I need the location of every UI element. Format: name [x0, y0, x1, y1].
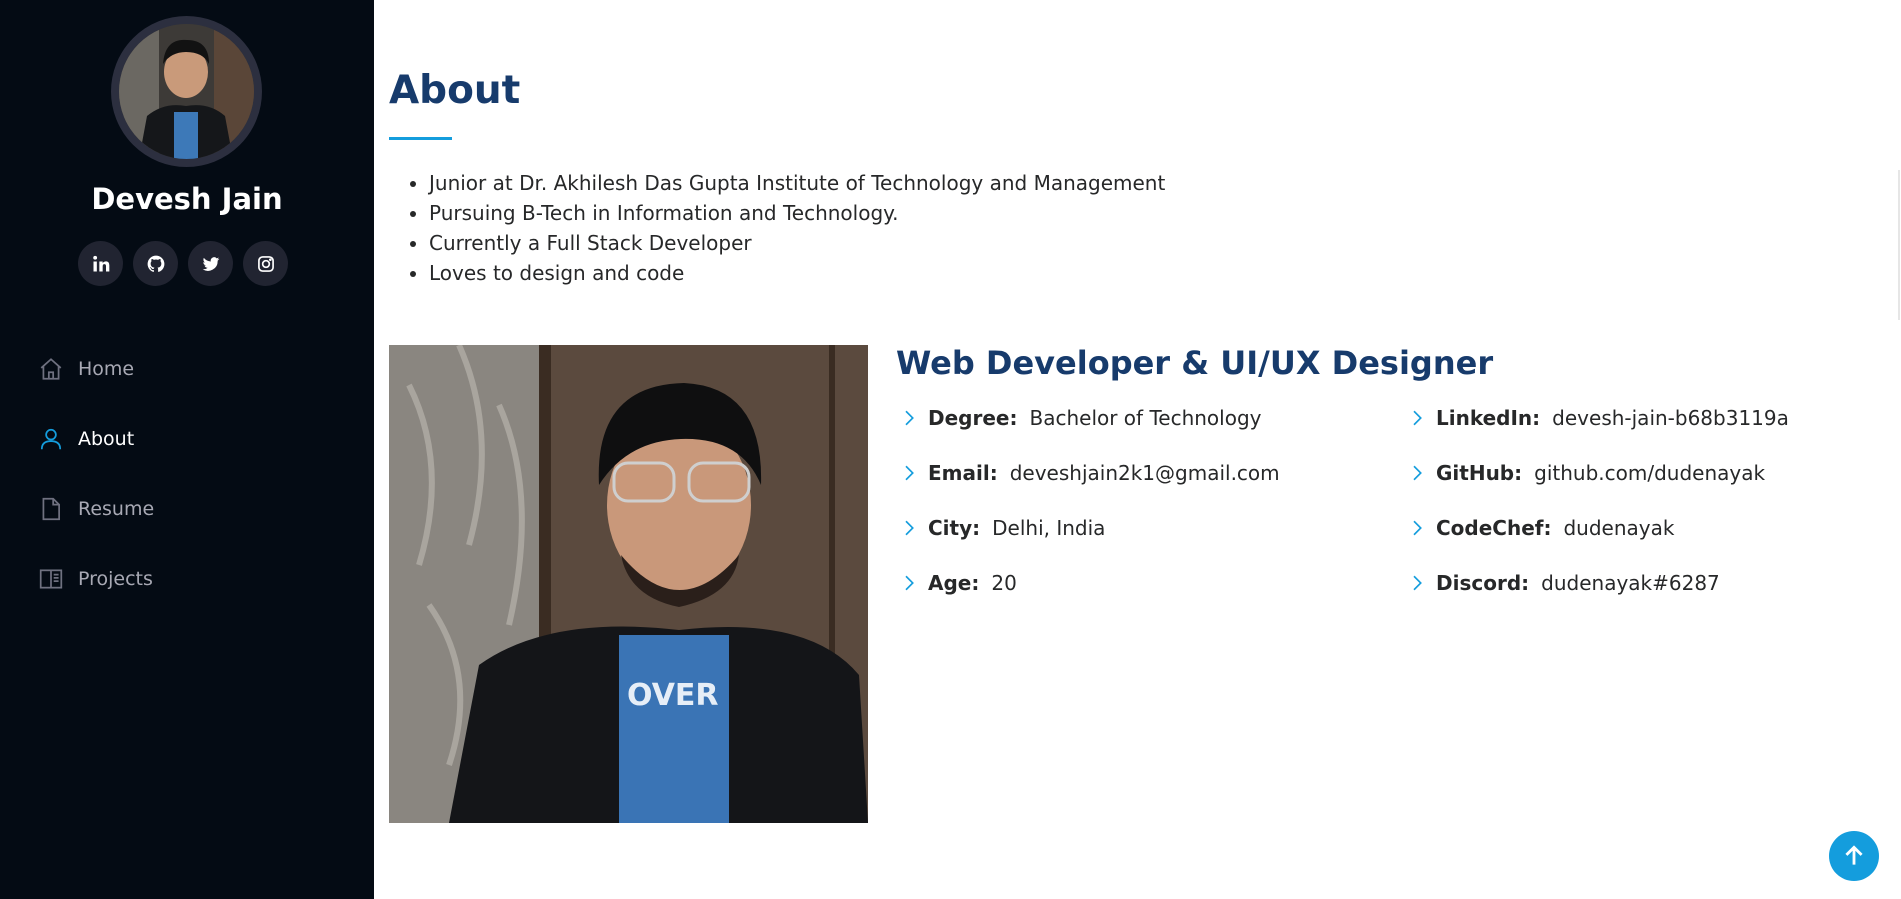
sidebar-item-label: Projects	[78, 568, 153, 590]
book-icon	[36, 564, 66, 594]
linkedin-button[interactable]	[78, 241, 123, 286]
info-age: Age: 20	[896, 555, 1280, 610]
info-city: City: Delhi, India	[896, 500, 1280, 555]
info-label: GitHub:	[1436, 460, 1523, 485]
info-label: Discord:	[1436, 570, 1530, 595]
info-email: Email: deveshjain2k1@gmail.com	[896, 445, 1280, 500]
instagram-button[interactable]	[243, 241, 288, 286]
portrait-illustration: OVER	[389, 345, 868, 823]
social-links	[78, 241, 288, 286]
github-button[interactable]	[133, 241, 178, 286]
info-value: 20	[991, 570, 1017, 595]
role-title: Web Developer & UI/UX Designer	[896, 344, 1494, 382]
info-value: dudenayak	[1563, 515, 1675, 540]
list-item: Currently a Full Stack Developer	[429, 228, 1165, 258]
info-value: deveshjain2k1@gmail.com	[1009, 460, 1280, 485]
sidebar-item-label: Resume	[78, 498, 155, 520]
info-degree: Degree: Bachelor of Technology	[896, 390, 1280, 445]
back-to-top-button[interactable]	[1829, 831, 1879, 881]
sidebar-item-home[interactable]: Home	[36, 334, 154, 404]
info-label: Age:	[928, 570, 980, 595]
info-linkedin: LinkedIn: devesh-jain-b68b3119a	[1404, 390, 1789, 445]
sidebar-item-projects[interactable]: Projects	[36, 544, 154, 614]
main-content: About Junior at Dr. Akhilesh Das Gupta I…	[374, 0, 1901, 899]
section-title: About	[389, 68, 521, 113]
info-value: Delhi, India	[992, 515, 1106, 540]
info-codechef: CodeChef: dudenayak	[1404, 500, 1789, 555]
sidebar-nav: Home About Resume Projects	[36, 334, 154, 614]
scrollbar-track[interactable]	[1898, 170, 1900, 320]
list-item: Loves to design and code	[429, 258, 1165, 288]
svg-text:OVER: OVER	[627, 678, 719, 713]
info-label: City:	[928, 515, 981, 540]
twitter-button[interactable]	[188, 241, 233, 286]
profile-photo	[119, 24, 254, 159]
list-item: Pursuing B-Tech in Information and Techn…	[429, 198, 1165, 228]
instagram-icon	[257, 255, 274, 272]
info-label: LinkedIn:	[1436, 405, 1541, 430]
chevron-right-icon	[1404, 460, 1430, 486]
info-value: Bachelor of Technology	[1029, 405, 1262, 430]
info-github: GitHub: github.com/dudenayak	[1404, 445, 1789, 500]
chevron-right-icon	[1404, 515, 1430, 541]
sidebar-item-resume[interactable]: Resume	[36, 474, 154, 544]
twitter-icon	[202, 256, 219, 271]
info-value: github.com/dudenayak	[1534, 460, 1766, 485]
chevron-right-icon	[896, 515, 922, 541]
profile-image: OVER	[389, 345, 868, 823]
about-bullets: Junior at Dr. Akhilesh Das Gupta Institu…	[429, 168, 1165, 288]
info-label: Email:	[928, 460, 998, 485]
info-label: Degree:	[928, 405, 1018, 430]
info-list-right: LinkedIn: devesh-jain-b68b3119a GitHub: …	[1404, 390, 1789, 610]
chevron-right-icon	[1404, 570, 1430, 596]
chevron-right-icon	[896, 570, 922, 596]
info-value: devesh-jain-b68b3119a	[1552, 405, 1789, 430]
profile-name: Devesh Jain	[91, 182, 283, 216]
sidebar-item-about[interactable]: About	[36, 404, 154, 474]
list-item: Junior at Dr. Akhilesh Das Gupta Institu…	[429, 168, 1165, 198]
info-discord: Discord: dudenayak#6287	[1404, 555, 1789, 610]
info-label: CodeChef:	[1436, 515, 1552, 540]
avatar	[111, 16, 262, 167]
chevron-right-icon	[896, 460, 922, 486]
linkedin-icon	[92, 255, 109, 271]
chevron-right-icon	[1404, 405, 1430, 431]
arrow-up-icon	[1845, 845, 1863, 865]
title-underline	[389, 137, 452, 140]
info-value: dudenayak#6287	[1541, 570, 1720, 595]
home-icon	[36, 354, 66, 384]
sidebar: Devesh Jain Home About Resume Projects	[0, 0, 374, 899]
sidebar-item-label: About	[78, 428, 135, 450]
github-icon	[147, 255, 164, 272]
sidebar-item-label: Home	[78, 358, 135, 380]
info-list-left: Degree: Bachelor of Technology Email: de…	[896, 390, 1280, 610]
chevron-right-icon	[896, 405, 922, 431]
user-icon	[36, 424, 66, 454]
file-icon	[36, 494, 66, 524]
